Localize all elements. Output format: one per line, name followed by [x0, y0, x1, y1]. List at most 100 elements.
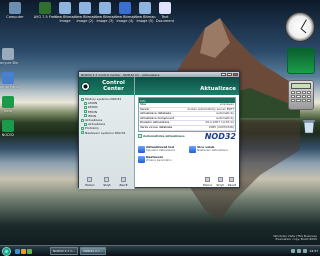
maximize-button[interactable] — [227, 73, 232, 76]
info-table: Info Stav pripraven Server zvolen automatic… — [138, 97, 236, 132]
tree-node-icon — [84, 122, 87, 126]
action-item[interactable]: Nastaveni Zmena parametru — [138, 155, 185, 163]
action-description: Nastaveni aktualizace — [197, 148, 228, 153]
close-button[interactable] — [233, 73, 238, 76]
clock-time[interactable]: 14:37 — [309, 249, 318, 253]
recycle-bin-icon[interactable] — [302, 118, 316, 134]
clock-gadget[interactable] — [285, 12, 315, 42]
windows-watermark: Windows Vista (TM) Business Evaluation c… — [273, 234, 317, 242]
footer-button[interactable]: Zavrit — [119, 177, 128, 187]
nod32-window: NOD32 2.7 Control Center - NOD32 CC - Ak… — [78, 71, 240, 189]
quick-launch-icon[interactable] — [15, 248, 20, 254]
footer-button-icon — [104, 177, 110, 182]
footer-button[interactable]: Zavrit — [228, 177, 236, 187]
footer-button-label: Skryt — [103, 183, 111, 187]
right-panel: Aktualizace Info Stav pripraven Server zvol… — [135, 77, 239, 189]
file-icon — [59, 2, 71, 14]
footer-button[interactable]: Pomoc — [85, 177, 95, 187]
quick-launch — [15, 248, 32, 254]
app-icon — [2, 120, 14, 132]
taskbar-button[interactable]: NOD32 2.7 C... — [50, 247, 79, 255]
action-item[interactable]: Aktualizovat ted Spusteni aktualizace — [138, 145, 185, 153]
desktop-icon[interactable]: NOD32 — [0, 120, 21, 137]
tree-node-icon — [84, 106, 87, 109]
info-key: Verze virove databaze — [140, 124, 173, 129]
footer-button[interactable]: Skryt — [103, 177, 111, 187]
desktop-icon[interactable]: Computer — [2, 2, 28, 19]
start-button[interactable] — [0, 246, 13, 256]
file-icon — [119, 2, 131, 14]
tray-icon[interactable] — [291, 249, 296, 253]
green-gadget[interactable] — [287, 48, 315, 74]
file-icon — [139, 2, 151, 14]
right-footer: Pomoc Skryt Zavrit — [203, 177, 236, 187]
quick-launch-icon[interactable] — [27, 248, 32, 254]
tray-icon[interactable] — [297, 249, 302, 253]
desktop-icon-label: Control Panel — [0, 85, 20, 89]
footer-button-icon — [87, 177, 93, 182]
file-icon — [39, 2, 51, 14]
tray-icon[interactable] — [303, 249, 308, 253]
calculator-gadget[interactable] — [288, 80, 314, 110]
info-value: 2085 (20070226) — [208, 124, 234, 129]
footer-button-icon — [217, 177, 223, 182]
app-icon — [2, 72, 14, 84]
tree-node-icon — [81, 131, 84, 135]
footer-button-label: Pomoc — [85, 183, 95, 187]
footer-button-label: Skryt — [216, 183, 224, 187]
tree-item[interactable]: Nastaveni systemu NOD32 — [81, 131, 132, 135]
footer-button-icon — [205, 177, 211, 182]
watermark-line: Evaluation copy. Build 6000 — [275, 237, 317, 242]
tree-item-label: Nastaveni systemu NOD32 — [85, 130, 126, 135]
eye-icon — [81, 81, 90, 91]
tree-node-icon — [84, 101, 87, 105]
control-center-logo: Control Center — [79, 77, 134, 95]
windows-orb-icon — [2, 246, 11, 256]
left-footer: Pomoc Skryt Zavrit — [81, 177, 132, 187]
tree-node-icon — [81, 118, 84, 122]
footer-button[interactable]: Skryt — [216, 177, 224, 187]
desktop-icon-label: Computer — [6, 15, 24, 19]
footer-button-icon — [120, 177, 126, 182]
action-icon — [138, 156, 145, 163]
app-icon — [2, 48, 14, 60]
quick-launch-icon[interactable] — [21, 248, 26, 254]
nod32-logo: NOD32 — [204, 132, 236, 141]
tree-node-icon — [81, 97, 84, 101]
desktop-icon[interactable]: Nero — [0, 96, 21, 113]
section-title: Aktualizace — [135, 77, 239, 95]
footer-button-icon — [229, 177, 235, 182]
auto-update-label: Automaticka aktualizace — [143, 133, 185, 138]
action-icon — [138, 146, 145, 153]
action-item[interactable]: Vice voleb Nastaveni aktualizace — [189, 145, 236, 153]
desktop-icon-label: Recycle Bin — [0, 61, 19, 65]
file-icon — [9, 2, 21, 14]
minimize-button[interactable] — [221, 73, 226, 76]
action-icon — [189, 146, 196, 153]
desktop-icon[interactable]: Text Document — [152, 2, 178, 23]
footer-button[interactable]: Pomoc — [203, 177, 212, 187]
file-icon — [79, 2, 91, 14]
left-panel: Control Center Moduly systemu NOD32 AMON D… — [79, 77, 135, 189]
action-list: Aktualizovat ted Spusteni aktualizace Vice… — [138, 145, 236, 163]
taskbar-button[interactable]: NOD32 2.7... — [80, 247, 106, 255]
tree-node-icon — [81, 127, 84, 131]
module-tree: Moduly systemu NOD32 AMON DMON EMON IMON Aktu… — [79, 95, 134, 137]
footer-button-label: Zavrit — [119, 183, 128, 187]
window-title: NOD32 2.7 Control Center - NOD32 CC - Ak… — [81, 72, 160, 77]
system-tray: 14:37 — [291, 249, 320, 253]
file-icon — [159, 2, 171, 14]
action-description: Spusteni aktualizace — [146, 148, 175, 153]
app-icon — [2, 96, 14, 108]
desktop-icon[interactable]: Recycle Bin — [0, 48, 21, 65]
desktop-icon[interactable]: Control Panel — [0, 72, 21, 89]
desktop-icon-label: Nero — [3, 109, 13, 113]
checkbox-icon[interactable] — [138, 133, 142, 138]
desktop-icon-label: Text Document — [155, 15, 175, 23]
info-row: Verze virove databaze 2085 (20070226) — [139, 124, 235, 131]
file-icon — [99, 2, 111, 14]
task-list: NOD32 2.7 C... NOD32 2.7... — [50, 247, 106, 255]
taskbar: NOD32 2.7 C... NOD32 2.7... 14:37 — [0, 245, 320, 256]
logo-text: Control Center — [102, 80, 125, 92]
footer-button-label: Pomoc — [203, 183, 213, 187]
